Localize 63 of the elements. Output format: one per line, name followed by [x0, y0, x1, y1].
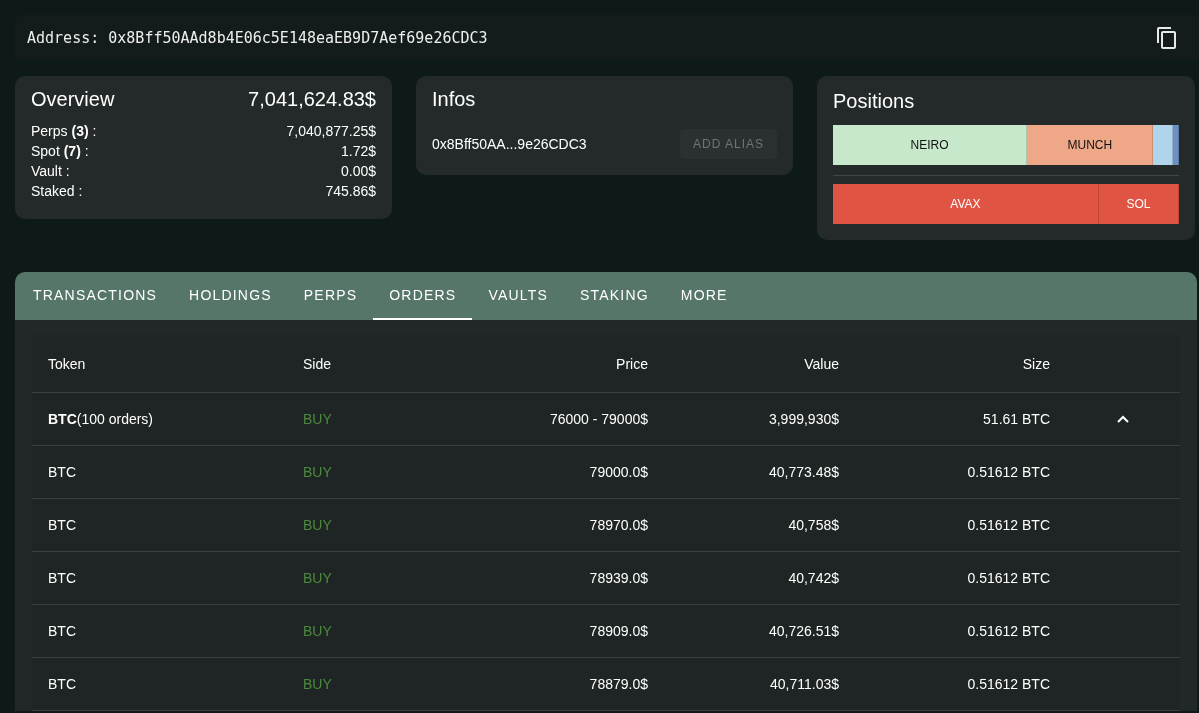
tab[interactable]: MORE — [664, 272, 744, 320]
table-cell-text: BTC — [47, 676, 77, 692]
table-cell-text: 0.51612 BTC — [966, 676, 1051, 692]
table-cell-text: 76000 - 79000$ — [548, 411, 649, 427]
table-cell-text: BTC — [47, 570, 77, 586]
table-cell-text: BUY — [302, 517, 333, 533]
position-segment[interactable]: NEIRO — [833, 125, 1028, 165]
overview-label: Staked : — [31, 182, 83, 201]
tab[interactable]: TRANSACTIONS — [17, 272, 174, 320]
table-cell-text: 51.61 BTC — [982, 411, 1051, 427]
column-header: Value — [803, 355, 840, 372]
copy-icon[interactable] — [1155, 25, 1179, 50]
tab[interactable]: ORDERS — [373, 272, 473, 320]
overview-total: 7,041,624.83$ — [248, 88, 376, 111]
add-alias-button[interactable]: ADD ALIAS — [679, 129, 777, 159]
overview-label: Vault : — [31, 162, 70, 181]
tab[interactable]: VAULTS — [472, 272, 564, 320]
overview-value: 7,040,877.25$ — [286, 122, 376, 141]
table-cell-text: 78909.0$ — [588, 623, 649, 639]
table-cell-text: 78970.0$ — [588, 517, 649, 533]
tab[interactable]: HOLDINGS — [173, 272, 288, 320]
overview-label: Spot (7) : — [31, 142, 89, 161]
table-cell-text: 40,711.03$ — [768, 676, 840, 692]
table-cell-text: 78939.0$ — [588, 570, 649, 586]
table-cell-text: 40,742$ — [787, 570, 840, 586]
table-cell-text: 40,726.51$ — [767, 623, 840, 639]
position-segment[interactable]: MUNCH — [1027, 125, 1154, 165]
column-header: Token — [47, 355, 87, 372]
table-cell-text: BUY — [302, 623, 333, 639]
infos-title: Infos — [432, 88, 477, 111]
overview-value: 745.86$ — [325, 182, 376, 201]
overview-value: 1.72$ — [340, 142, 376, 161]
table-cell-text: BTC(100 orders) — [47, 411, 155, 427]
column-header: Size — [1021, 355, 1051, 372]
table-cell-text: 0.51612 BTC — [966, 464, 1051, 480]
overview-value: 0.00$ — [340, 162, 376, 181]
positions-title: Positions — [833, 90, 916, 113]
table-cell-text: 0.51612 BTC — [966, 517, 1051, 533]
table-cell-text: 79000.0$ — [588, 464, 649, 480]
table-cell-text: 0.51612 BTC — [966, 623, 1051, 639]
tab[interactable]: STAKING — [564, 272, 665, 320]
table-cell-text: BUY — [302, 464, 333, 480]
table-cell-text: 40,758$ — [787, 517, 840, 533]
table-cell-text: 0.51612 BTC — [966, 570, 1051, 586]
column-header: Side — [302, 355, 333, 372]
table-cell-text: 40,773.48$ — [767, 464, 840, 480]
position-segment[interactable]: AVAX — [833, 184, 1099, 224]
position-segment[interactable]: SOL — [1098, 184, 1179, 224]
table-cell-text: BTC — [47, 517, 77, 533]
table-cell-text: BUY — [302, 570, 333, 586]
caret-icon[interactable] — [1117, 415, 1129, 423]
overview-label: Perps (3) : — [31, 122, 97, 141]
address-text: Address: 0x8Bff50AAd8b4E06c5E148eaEB9D7Aef69e26CDC3 — [27, 28, 488, 47]
table-cell-text: 78879.0$ — [588, 676, 649, 692]
short-address: 0x8Bff50AA...9e26CDC3 — [432, 136, 587, 152]
table-cell-text: 3,999,930$ — [767, 411, 840, 427]
overview-title: Overview — [31, 88, 115, 111]
column-header: Price — [615, 355, 649, 372]
table-cell-text: BUY — [302, 411, 333, 427]
tab[interactable]: PERPS — [287, 272, 374, 320]
table-cell-text: BUY — [302, 676, 333, 692]
table-cell-text: BTC — [47, 464, 77, 480]
table-cell-text: BTC — [47, 623, 77, 639]
